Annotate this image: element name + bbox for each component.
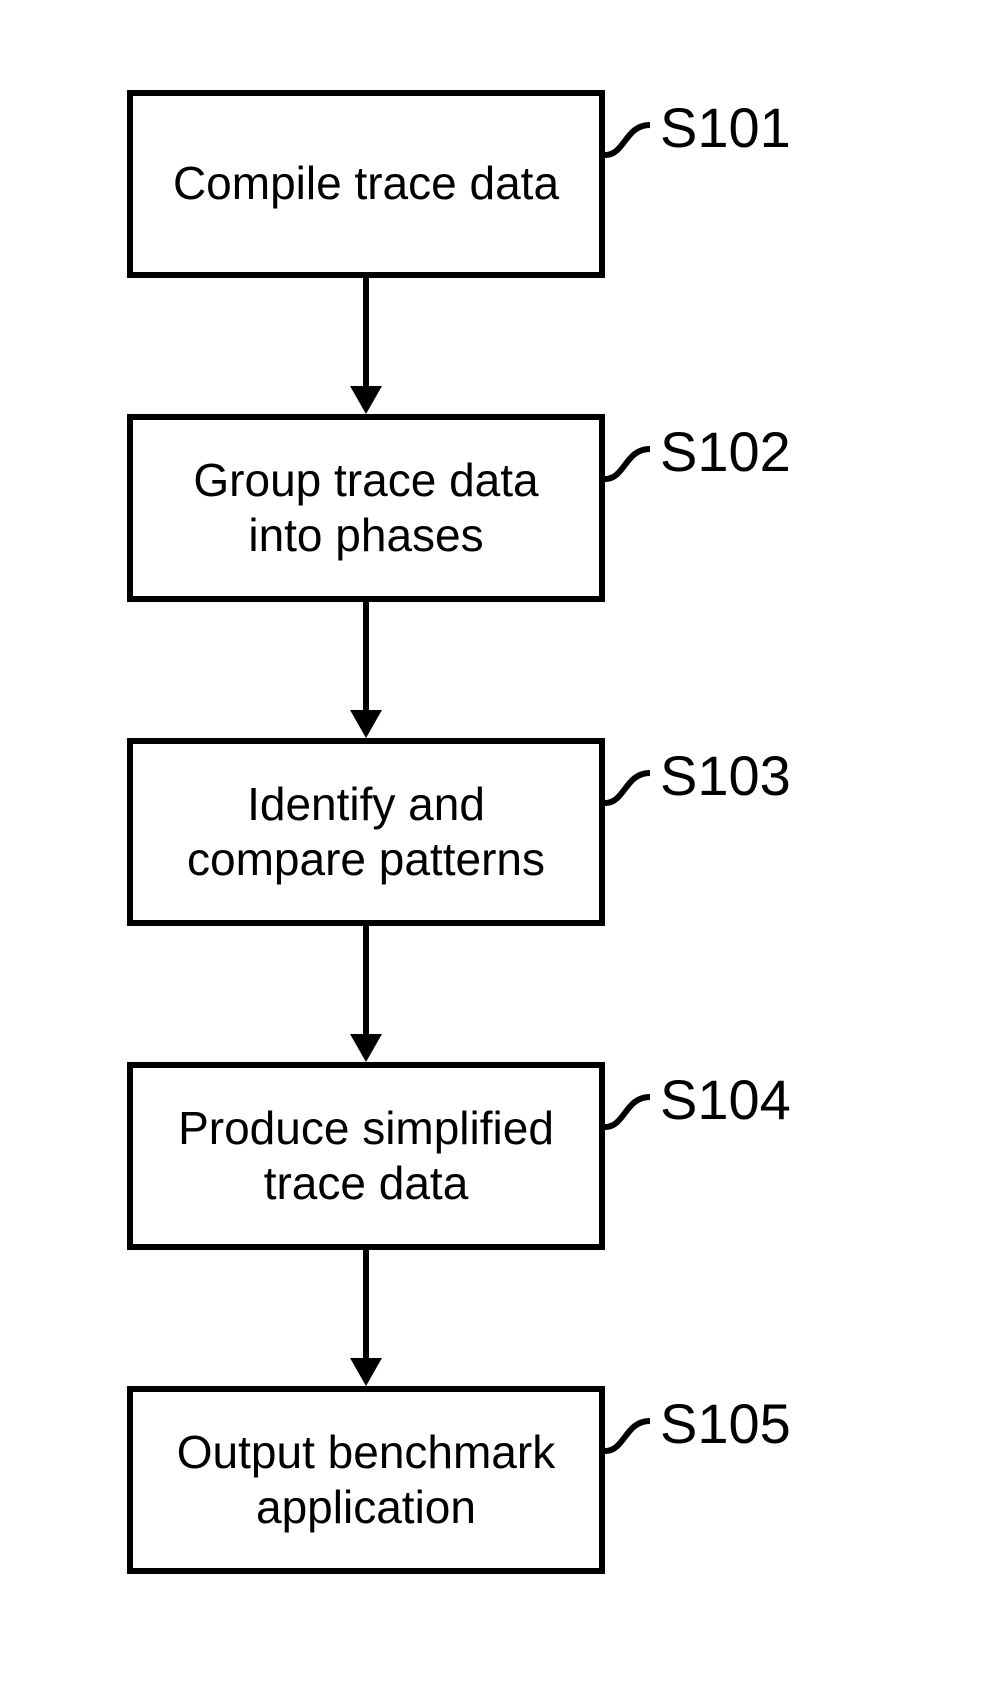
step-text: Identify andcompare patterns [187, 777, 545, 887]
arrow-head [350, 710, 382, 738]
step-box-s103: Identify andcompare patterns [127, 738, 605, 926]
step-box-s101: Compile trace data [127, 90, 605, 278]
step-box-s105: Output benchmarkapplication [127, 1386, 605, 1574]
arrow-head [350, 1034, 382, 1062]
step-label-s103: S103 [660, 748, 791, 804]
arrow-line [363, 926, 369, 1036]
arrow-line [363, 1250, 369, 1360]
step-text: Produce simplifiedtrace data [178, 1101, 554, 1211]
step-label-s105: S105 [660, 1396, 791, 1452]
step-box-s104: Produce simplifiedtrace data [127, 1062, 605, 1250]
step-label-s101: S101 [660, 100, 791, 156]
arrow-head [350, 386, 382, 414]
step-box-s102: Group trace datainto phases [127, 414, 605, 602]
arrow-line [363, 278, 369, 388]
arrow-line [363, 602, 369, 712]
step-label-s104: S104 [660, 1072, 791, 1128]
step-text: Compile trace data [173, 156, 559, 211]
arrow-head [350, 1358, 382, 1386]
step-label-s102: S102 [660, 424, 791, 480]
step-text: Group trace datainto phases [193, 453, 538, 563]
flowchart-canvas: Compile trace data S101 Group trace data… [0, 0, 989, 1694]
step-text: Output benchmarkapplication [177, 1425, 555, 1535]
